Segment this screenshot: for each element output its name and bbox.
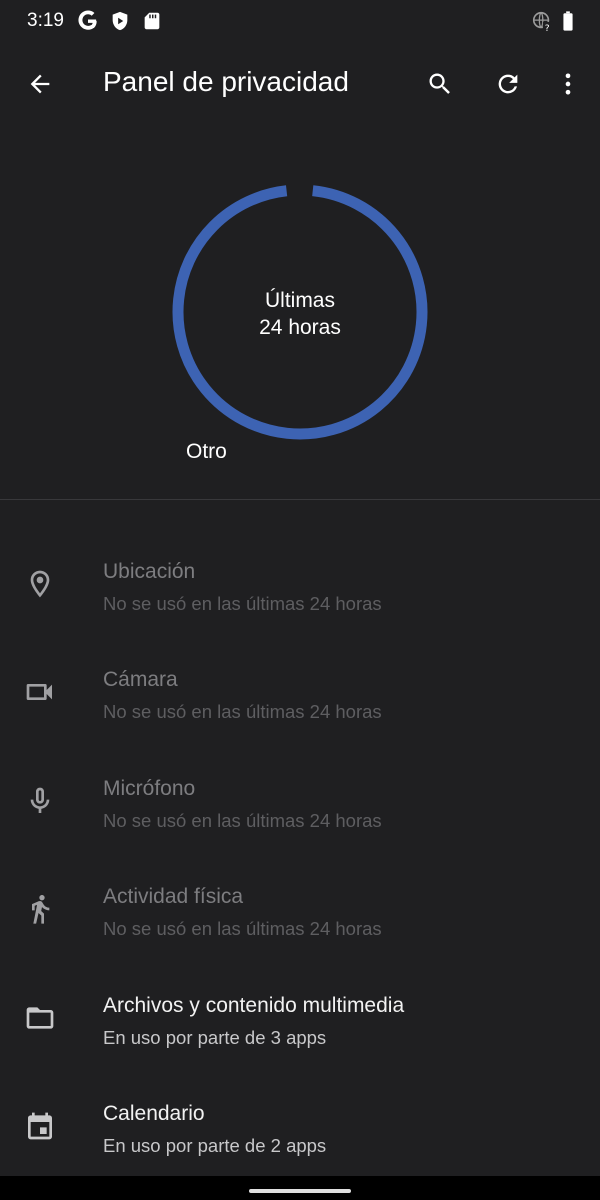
- back-button[interactable]: [18, 62, 62, 106]
- physical-activity-icon: [22, 891, 58, 927]
- nav-bar: [0, 1176, 600, 1200]
- permission-item[interactable]: Micrófono No se usó en las últimas 24 hor…: [0, 747, 600, 855]
- permission-title: Actividad física: [103, 885, 244, 909]
- refresh-button[interactable]: [486, 62, 530, 106]
- permission-subtitle: No se usó en las últimas 24 horas: [103, 918, 382, 940]
- search-button[interactable]: [418, 62, 462, 106]
- permission-title: Micrófono: [103, 776, 196, 800]
- usage-chart: Últimas 24 horas Otro: [0, 122, 600, 500]
- calendar-icon: [22, 1108, 58, 1144]
- permission-subtitle: No se usó en las últimas 24 horas: [103, 809, 382, 831]
- refresh-icon: [498, 74, 518, 94]
- page-title: Panel de privacidad: [103, 66, 349, 97]
- permission-list: Ubicación No se usó en las últimas 24 hor…: [0, 530, 600, 1180]
- sd-card-icon: [141, 10, 163, 32]
- donut-center-label: Últimas 24 horas: [200, 287, 400, 341]
- permission-subtitle: En uso por parte de 2 apps: [103, 1134, 327, 1156]
- play-protect-icon: [109, 10, 131, 32]
- permission-subtitle: No se usó en las últimas 24 horas: [103, 593, 382, 614]
- status-bar: 3:19 ?: [0, 0, 600, 44]
- permission-item[interactable]: Ubicación No se usó en las últimas 24 hor…: [0, 530, 600, 638]
- globe-question-icon: ?: [531, 10, 553, 34]
- permission-title: Ubicación: [103, 560, 196, 583]
- search-icon: [429, 73, 450, 94]
- permission-item[interactable]: Calendario En uso por parte de 2 apps: [0, 1072, 600, 1180]
- permission-subtitle: No se usó en las últimas 24 horas: [103, 701, 382, 723]
- donut-center-line2: 24 horas: [259, 316, 341, 339]
- permission-title: Cámara: [103, 668, 178, 692]
- location-pin-icon: [22, 566, 58, 602]
- permission-item[interactable]: Cámara No se usó en las últimas 24 horas: [0, 638, 600, 746]
- microphone-icon: [22, 783, 58, 819]
- svg-text:?: ?: [545, 23, 550, 32]
- permission-item[interactable]: Actividad física No se usó en las últimas…: [0, 855, 600, 963]
- divider: [0, 499, 600, 500]
- app-bar: Panel de privacidad: [0, 44, 600, 122]
- more-options-button[interactable]: [546, 62, 590, 106]
- folder-icon: [22, 1000, 58, 1036]
- status-time: 3:19: [27, 10, 64, 31]
- camera-icon: [22, 674, 58, 710]
- donut-legend-otro: Otro: [186, 440, 227, 463]
- donut-center-line1: Últimas: [264, 289, 335, 312]
- google-icon: [77, 10, 99, 32]
- permission-title: Calendario: [103, 1101, 205, 1125]
- more-vert-icon: [565, 73, 571, 95]
- back-arrow-icon: [30, 74, 50, 94]
- battery-icon: [557, 10, 579, 32]
- permission-title: Archivos y contenido multimedia: [103, 993, 405, 1017]
- permission-item[interactable]: Archivos y contenido multimedia En uso po…: [0, 964, 600, 1072]
- home-gesture-handle[interactable]: [249, 1189, 351, 1193]
- permission-subtitle: En uso por parte de 3 apps: [103, 1026, 327, 1048]
